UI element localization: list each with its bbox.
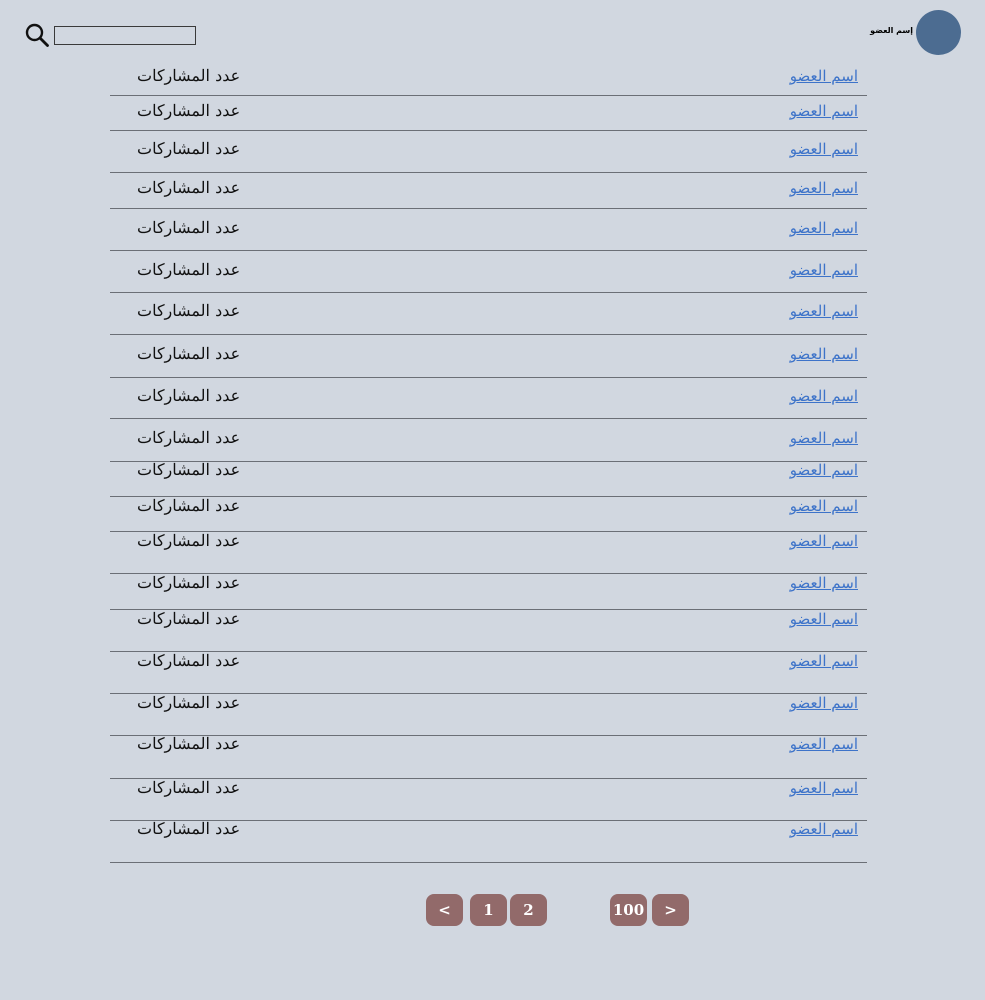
member-name-link[interactable]: اسم العضو: [790, 461, 858, 479]
table-row: اسم العضو عدد المشاركات: [110, 734, 867, 779]
member-name-link[interactable]: اسم العضو: [790, 302, 858, 320]
post-count: عدد المشاركات: [137, 693, 241, 712]
member-name-link[interactable]: اسم العضو: [790, 219, 858, 237]
member-list: اسم العضو عدد المشاركات اسم العضو عدد المشا…: [110, 60, 867, 863]
page-2-button[interactable]: 2: [510, 894, 547, 926]
post-count: عدد المشاركات: [137, 344, 241, 363]
post-count: عدد المشاركات: [137, 531, 241, 550]
post-count: عدد المشاركات: [137, 301, 241, 320]
member-name-link[interactable]: اسم العضو: [790, 652, 858, 670]
table-row: اسم العضو عدد المشاركات: [110, 60, 867, 96]
search-input[interactable]: [54, 26, 196, 45]
member-name-link[interactable]: اسم العضو: [790, 820, 858, 838]
table-row: اسم العضو عدد المشاركات: [110, 460, 867, 497]
table-row: اسم العضو عدد المشاركات: [110, 496, 867, 532]
post-count: عدد المشاركات: [137, 609, 241, 628]
member-name-link[interactable]: اسم العضو: [790, 779, 858, 797]
member-name-link[interactable]: اسم العضو: [790, 261, 858, 279]
member-name-link[interactable]: اسم العضو: [790, 345, 858, 363]
next-page-button[interactable]: >: [652, 894, 689, 926]
table-row: اسم العضو عدد المشاركات: [110, 573, 867, 610]
table-row: اسم العضو عدد المشاركات: [110, 131, 867, 173]
table-row: اسم العضو عدد المشاركات: [110, 531, 867, 574]
last-page-button[interactable]: 100: [610, 894, 647, 926]
table-row: اسم العضو عدد المشاركات: [110, 819, 867, 863]
member-name-link[interactable]: اسم العضو: [790, 735, 858, 753]
post-count: عدد المشاركات: [137, 819, 241, 838]
table-row: اسم العضو عدد المشاركات: [110, 651, 867, 694]
member-name-link[interactable]: اسم العضو: [790, 102, 858, 120]
post-count: عدد المشاركات: [137, 496, 241, 515]
avatar[interactable]: [916, 10, 961, 55]
member-name-link[interactable]: اسم العضو: [790, 610, 858, 628]
table-row: اسم العضو عدد المشاركات: [110, 96, 867, 131]
post-count: عدد المشاركات: [137, 460, 241, 479]
post-count: عدد المشاركات: [137, 139, 241, 158]
post-count: عدد المشاركات: [137, 778, 241, 797]
page-1-button[interactable]: 1: [470, 894, 507, 926]
table-row: اسم العضو عدد المشاركات: [110, 335, 867, 378]
table-row: اسم العضو عدد المشاركات: [110, 209, 867, 251]
table-row: اسم العضو عدد المشاركات: [110, 251, 867, 293]
member-name-link[interactable]: اسم العضو: [790, 574, 858, 592]
post-count: عدد المشاركات: [137, 386, 241, 405]
table-row: اسم العضو عدد المشاركات: [110, 293, 867, 335]
table-row: اسم العضو عدد المشاركات: [110, 778, 867, 821]
member-name-link[interactable]: اسم العضو: [790, 387, 858, 405]
table-row: اسم العضو عدد المشاركات: [110, 173, 867, 209]
post-count: عدد المشاركات: [137, 428, 241, 447]
member-name-link[interactable]: اسم العضو: [790, 179, 858, 197]
post-count: عدد المشاركات: [137, 573, 241, 592]
post-count: عدد المشاركات: [137, 218, 241, 237]
member-name-link[interactable]: اسم العضو: [790, 497, 858, 515]
post-count: عدد المشاركات: [137, 101, 241, 120]
post-count: عدد المشاركات: [137, 651, 241, 670]
user-name-label: إسم العضو: [870, 26, 913, 35]
member-name-link[interactable]: اسم العضو: [790, 140, 858, 158]
prev-page-button[interactable]: <: [426, 894, 463, 926]
search-icon[interactable]: [24, 22, 50, 48]
post-count: عدد المشاركات: [137, 260, 241, 279]
post-count: عدد المشاركات: [137, 66, 241, 85]
post-count: عدد المشاركات: [137, 734, 241, 753]
member-name-link[interactable]: اسم العضو: [790, 67, 858, 85]
table-row: اسم العضو عدد المشاركات: [110, 419, 867, 462]
member-name-link[interactable]: اسم العضو: [790, 532, 858, 550]
table-row: اسم العضو عدد المشاركات: [110, 693, 867, 736]
member-name-link[interactable]: اسم العضو: [790, 694, 858, 712]
table-row: اسم العضو عدد المشاركات: [110, 609, 867, 652]
member-name-link[interactable]: اسم العضو: [790, 429, 858, 447]
table-row: اسم العضو عدد المشاركات: [110, 378, 867, 419]
post-count: عدد المشاركات: [137, 178, 241, 197]
